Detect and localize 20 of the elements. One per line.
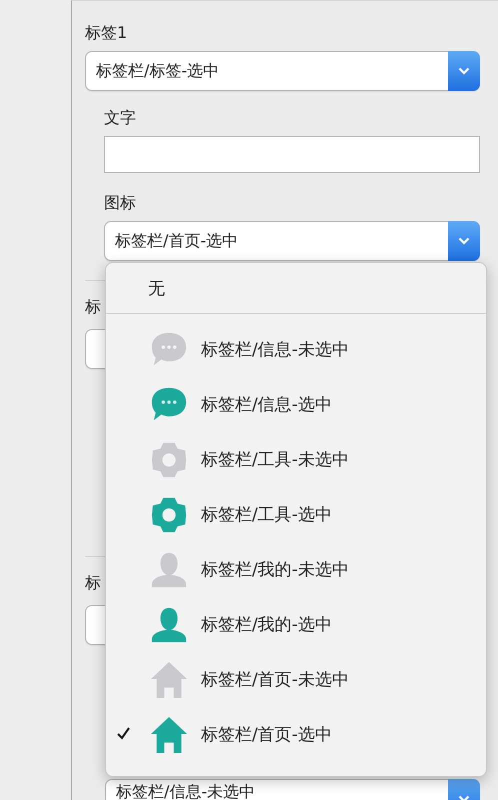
- menu-item[interactable]: 标签栏/信息-选中: [201, 393, 332, 416]
- menu-item[interactable]: 标签栏/我的-未选中: [201, 558, 349, 581]
- menu-item[interactable]: 标签栏/工具-未选中: [201, 448, 349, 471]
- menu-item[interactable]: 标签栏/我的-选中: [201, 613, 332, 636]
- chevron-icon: [458, 67, 470, 75]
- menu-item[interactable]: 无: [148, 276, 165, 300]
- menu-item[interactable]: 标签栏/工具-选中: [201, 503, 332, 526]
- menu-item[interactable]: 标签栏/首页-未选中: [201, 668, 349, 691]
- section-heading: 标签1: [85, 23, 128, 43]
- field-label: 文字: [104, 108, 136, 128]
- select-field[interactable]: 标签栏/信息-未选中: [105, 779, 480, 800]
- text-input[interactable]: [104, 136, 480, 173]
- select-field[interactable]: 标签栏/标签-选中: [85, 51, 480, 91]
- field-label: 图标: [104, 193, 136, 213]
- select-field[interactable]: 标签栏/首页-选中: [104, 221, 480, 261]
- menu-item[interactable]: 标签栏/信息-未选中: [201, 338, 349, 361]
- section-heading: 标: [85, 573, 101, 593]
- menu-item[interactable]: 标签栏/首页-选中: [201, 723, 332, 746]
- section-heading: 标: [85, 297, 101, 317]
- chevron-icon: [458, 237, 470, 245]
